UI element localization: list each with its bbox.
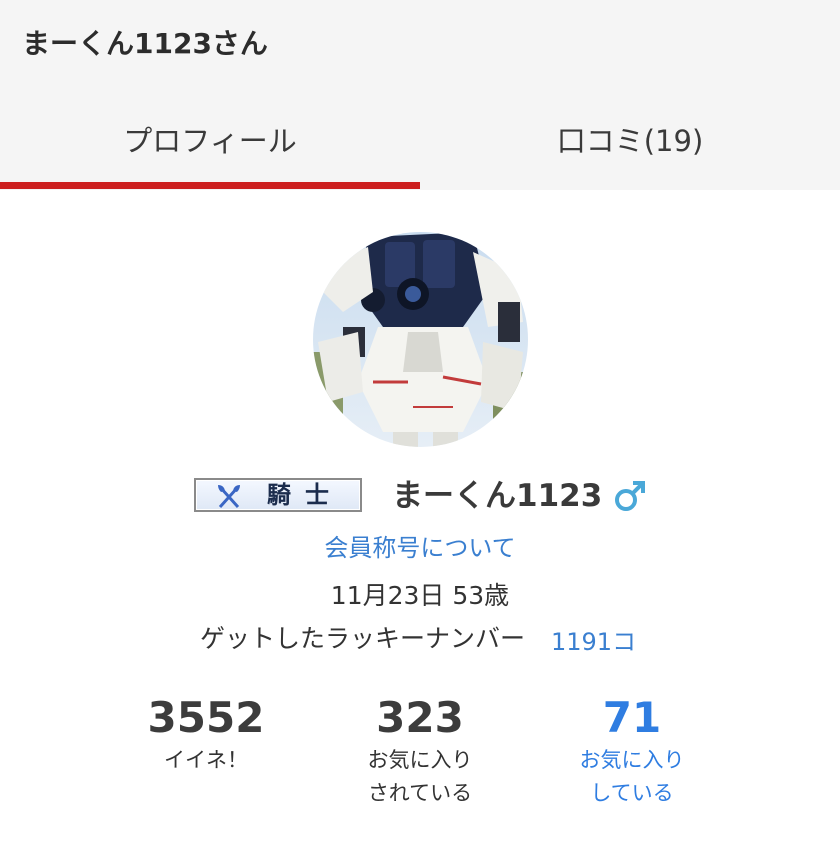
birthday-age: 11月23日 53歳 bbox=[330, 581, 510, 610]
male-symbol-icon bbox=[612, 478, 648, 514]
page-title: まーくん1123さん bbox=[22, 27, 268, 60]
tab-reviews[interactable]: 口コミ(19) bbox=[420, 110, 840, 190]
username: まーくん1123 bbox=[392, 478, 603, 514]
crossed-axes-icon bbox=[216, 483, 242, 509]
lucky-number-link[interactable]: 1191コ bbox=[551, 622, 636, 657]
stat-favoriting[interactable]: 71 お気に入り している bbox=[512, 692, 752, 810]
stat-favorited-label: お気に入り されている bbox=[367, 748, 473, 805]
lucky-number-label: ゲットしたラッキーナンバー bbox=[200, 624, 526, 653]
robot-statue-photo bbox=[313, 232, 528, 447]
tab-reviews-label: 口コミ(19) bbox=[556, 124, 704, 158]
stat-favorited: 323 お気に入り されている bbox=[300, 692, 540, 810]
rank-info-link[interactable]: 会員称号について bbox=[0, 528, 840, 563]
rank-badge-label: 騎士 bbox=[267, 480, 343, 509]
avatar[interactable] bbox=[313, 232, 528, 447]
top-bar: まーくん1123さん プロフィール 口コミ(19) bbox=[0, 0, 840, 190]
stat-likes: 3552 イイネ！ bbox=[86, 692, 326, 777]
stat-favoriting-value[interactable]: 71 bbox=[512, 692, 752, 744]
stat-favoriting-label[interactable]: お気に入り している bbox=[512, 744, 752, 810]
rank-badge: 騎士 bbox=[194, 478, 362, 512]
tab-profile-label: プロフィール bbox=[123, 124, 297, 158]
stat-likes-value: 3552 bbox=[147, 693, 265, 742]
stat-likes-label: イイネ！ bbox=[164, 748, 248, 772]
stat-favorited-value: 323 bbox=[376, 693, 464, 742]
active-tab-indicator bbox=[0, 182, 420, 189]
tab-profile[interactable]: プロフィール bbox=[0, 110, 420, 190]
